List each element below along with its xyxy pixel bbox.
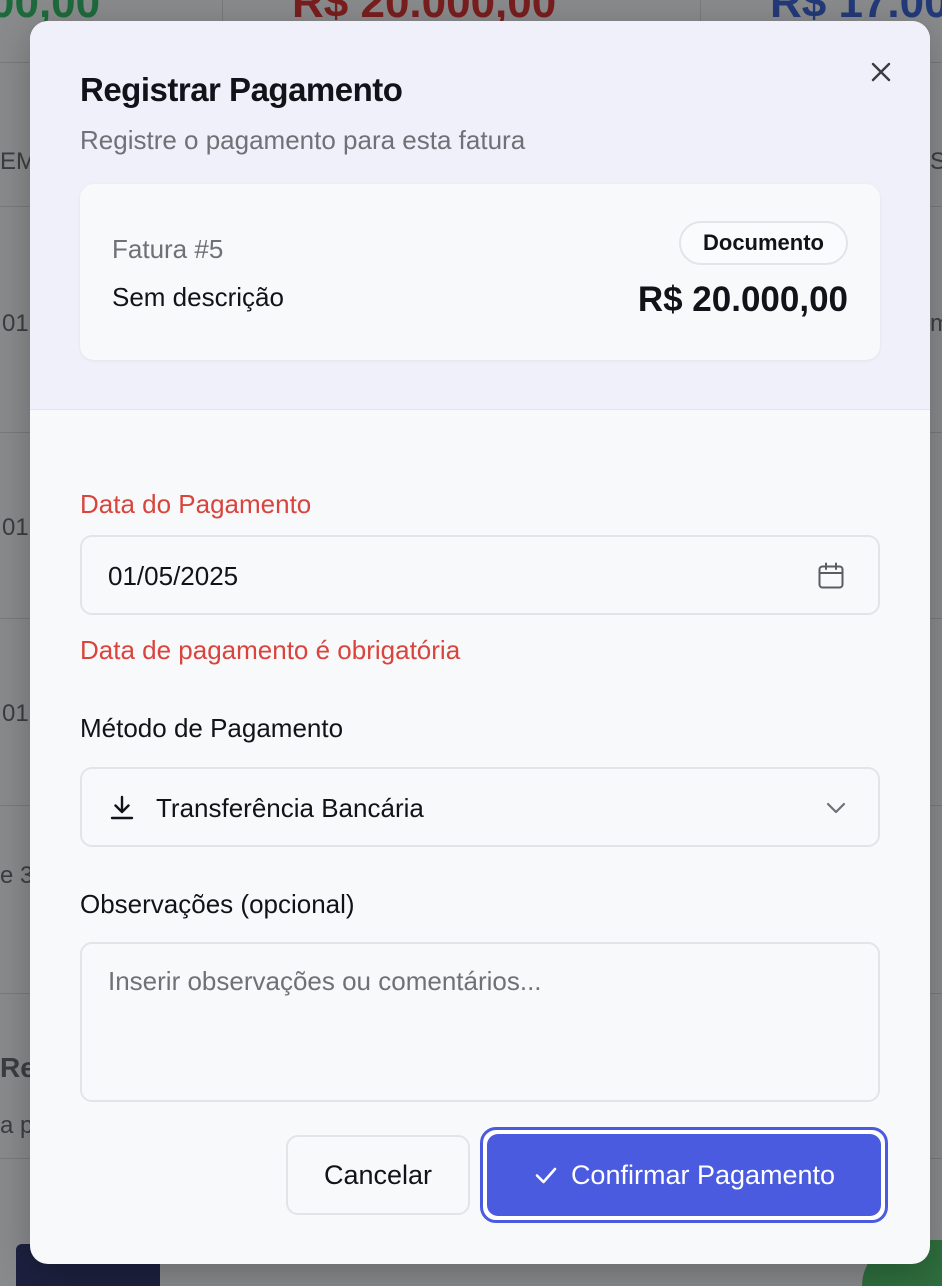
invoice-number: Fatura #5 [112,234,224,264]
check-icon [535,1167,557,1184]
invoice-amount: R$ 20.000,00 [637,280,848,319]
close-button[interactable] [866,57,896,87]
invoice-type-badge: Documento [679,221,848,265]
invoice-summary-card: Fatura #5 Sem descrição Documento R$ 20.… [80,184,880,360]
dialog-subtitle: Registre o pagamento para esta fatura [80,125,526,155]
dialog-title: Registrar Pagamento [80,71,403,108]
notes-label: Observações (opcional) [80,889,355,919]
download-icon [110,795,134,820]
payment-date-input[interactable]: 01/05/2025 [80,535,880,615]
notes-placeholder: Inserir observações ou comentários... [108,966,542,996]
payment-date-error: Data de pagamento é obrigatória [80,635,461,665]
chevron-down-icon [826,802,846,814]
register-payment-dialog: Registrar Pagamento Registre o pagamento… [30,21,930,1264]
notes-textarea[interactable]: Inserir observações ou comentários... [80,942,880,1102]
calendar-icon[interactable] [816,561,846,591]
payment-method-select[interactable]: Transferência Bancária [80,767,880,847]
payment-date-value: 01/05/2025 [108,561,239,591]
confirm-payment-label: Confirmar Pagamento [570,1159,836,1190]
payment-method-label: Método de Pagamento [80,713,344,743]
payment-method-value: Transferência Bancária [156,793,424,823]
confirm-payment-button[interactable]: Confirmar Pagamento [487,1134,881,1216]
payment-date-label: Data do Pagamento [80,489,312,519]
close-icon [871,62,891,82]
invoice-description: Sem descrição [112,282,284,312]
cancel-button[interactable]: Cancelar [286,1135,470,1215]
dialog-header: Registrar Pagamento Registre o pagamento… [30,21,930,410]
